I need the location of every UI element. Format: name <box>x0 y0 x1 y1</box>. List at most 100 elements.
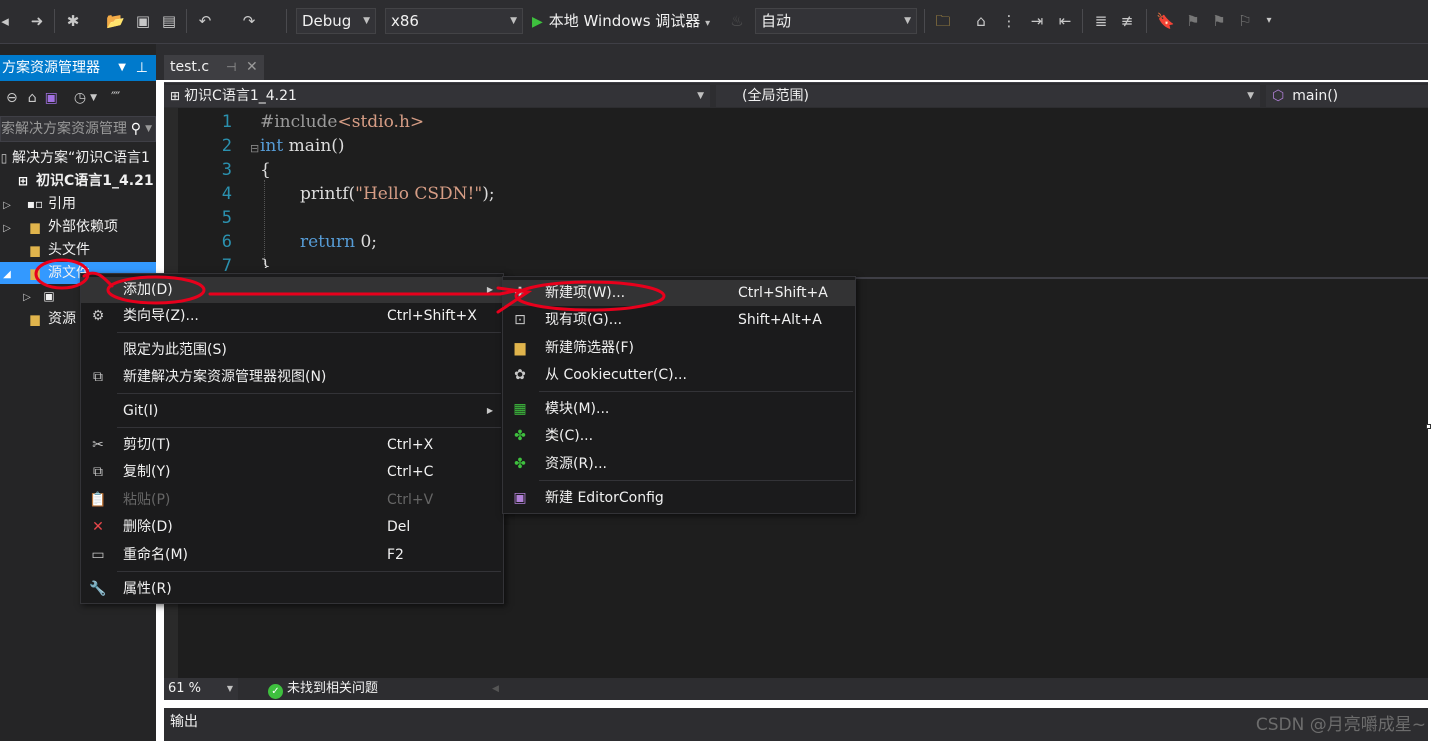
collapse-icon[interactable]: ◢ <box>0 264 14 286</box>
pin-icon[interactable]: ⊣ <box>226 55 236 80</box>
output-label: 输出 <box>170 714 198 730</box>
solution-search-input[interactable]: 索解决方案资源管理 ⚲ ▼ <box>0 116 156 142</box>
next-bookmark-icon[interactable]: ⚑ <box>1210 12 1228 30</box>
menu-item-editorconfig[interactable]: ▣ 新建 EditorConfig <box>503 485 855 511</box>
filter-folder-icon: ▆ <box>30 243 40 257</box>
tree-item-project[interactable]: ⊞ 初识C语言1_4.21 <box>0 170 154 192</box>
back-icon[interactable]: ⊖ <box>6 90 18 106</box>
chevron-down-icon: ▼ <box>226 684 233 693</box>
tree-item-header-files[interactable]: ▆ 头文件 <box>0 239 90 261</box>
pin-icon[interactable]: ⊥ <box>136 55 148 81</box>
prev-bookmark-icon[interactable]: ⚑ <box>1184 12 1202 30</box>
home-icon[interactable]: ⌂ <box>28 90 37 106</box>
menu-label: 从 Cookiecutter(C)... <box>545 367 687 383</box>
menu-item-add[interactable]: 添加(D) ▶ <box>81 277 503 303</box>
search-icon[interactable]: ⚲ <box>131 117 141 141</box>
tree-item-solution[interactable]: ▯ 解决方案“初识C语言1 <box>0 147 150 169</box>
menu-item-rename[interactable]: ▭ 重命名(M) F2 <box>81 542 503 568</box>
tree-label: 初识C语言1_4.21 <box>36 173 154 189</box>
close-icon[interactable]: ✕ <box>246 55 258 80</box>
solution-config-select[interactable]: 自动 ▼ <box>755 8 917 34</box>
redo-icon[interactable]: ↷ <box>240 12 258 30</box>
tree-item-resources[interactable]: ▆ 资源 <box>0 308 76 330</box>
solution-explorer-toolbar: ⊖ ⌂ ▣ ◷ ▼ ⁗ <box>0 84 156 112</box>
menu-item-class[interactable]: ✤ 类(C)... <box>503 423 855 449</box>
outdent-icon[interactable]: ⇤ <box>1056 12 1074 30</box>
menu-label: 粘贴(P) <box>123 492 171 508</box>
tree-item-references[interactable]: ▷ ▪▫ 引用 <box>0 193 76 215</box>
history-icon[interactable]: ◷ <box>74 90 86 106</box>
menu-item-module[interactable]: ▦ 模块(M)... <box>503 396 855 422</box>
issues-indicator[interactable]: ✓ 未找到相关问题 <box>268 678 378 700</box>
check-icon: ✓ <box>268 684 283 699</box>
more-icon[interactable]: ⁗ <box>111 90 120 106</box>
menu-item-resource[interactable]: ✤ 资源(R)... <box>503 451 855 477</box>
solution-explorer-header[interactable]: 方案资源管理器 ▼ ⊥ <box>0 55 156 81</box>
menu-item-new-explorer-view[interactable]: ⧉ 新建解决方案资源管理器视图(N) <box>81 364 503 390</box>
chevron-down-icon[interactable]: ▼ <box>118 55 126 81</box>
menu-item-existing-item[interactable]: ⊡ 现有项(G)... Shift+Alt+A <box>503 307 855 333</box>
format-icon[interactable]: ⋮ <box>1000 12 1018 30</box>
project-icon: ⊞ <box>17 174 29 188</box>
forward-icon[interactable]: ➜ <box>28 12 46 30</box>
run-dropdown[interactable]: ▾ <box>705 18 710 29</box>
expand-icon[interactable]: ▷ <box>20 287 34 309</box>
home-icon[interactable]: ⌂ <box>972 12 990 30</box>
save-icon[interactable]: ▣ <box>134 12 152 30</box>
scroll-left-icon[interactable]: ◀ <box>492 678 499 700</box>
new-project-icon[interactable]: ✱ <box>64 12 82 30</box>
context-menu: 添加(D) ▶ ⚙ 类向导(Z)... Ctrl+Shift+X 限定为此范围(… <box>80 273 504 604</box>
chevron-down-icon[interactable]: ▼ <box>145 117 152 141</box>
scope-nav-select[interactable]: (全局范围) ▼ <box>716 85 1260 107</box>
clear-bookmarks-icon[interactable]: ⚐ <box>1236 12 1254 30</box>
resize-handle[interactable] <box>1426 424 1431 429</box>
menu-item-copy[interactable]: ⧉ 复制(Y) Ctrl+C <box>81 459 503 485</box>
switch-views-icon[interactable]: ▣ <box>45 90 58 106</box>
code-line-2: int main() <box>260 134 345 158</box>
back-icon[interactable]: ◂ <box>0 12 14 30</box>
undo-icon[interactable]: ↶ <box>196 12 214 30</box>
configuration-select[interactable]: Debug ▼ <box>296 8 376 34</box>
chevron-down-icon[interactable]: ▼ <box>90 93 97 103</box>
menu-item-new-filter[interactable]: ▆ 新建筛选器(F) <box>503 335 855 361</box>
platform-select[interactable]: x86 ▼ <box>385 8 523 34</box>
play-icon: ▶ <box>532 14 543 30</box>
tree-item-test-c[interactable]: ▷ ▣ <box>0 285 62 307</box>
output-panel-tab[interactable]: 输出 <box>164 708 1428 741</box>
project-nav-select[interactable]: ⊞ 初识C语言1_4.21 ▼ <box>164 85 710 107</box>
menu-item-new-item[interactable]: ✚ 新建项(W)... Ctrl+Shift+A <box>503 280 855 306</box>
zoom-value: 61 % <box>168 681 202 696</box>
find-in-files-icon[interactable]: 🗀 <box>934 12 952 30</box>
toolbar-separator <box>924 9 925 33</box>
menu-item-delete[interactable]: ✕ 删除(D) Del <box>81 514 503 540</box>
save-all-icon[interactable]: ▤ <box>160 12 178 30</box>
indent-icon[interactable]: ⇥ <box>1028 12 1046 30</box>
comment-icon[interactable]: ≣ <box>1092 12 1110 30</box>
menu-label: 资源(R)... <box>545 456 608 472</box>
member-nav-select[interactable]: ⬡ main() <box>1266 85 1428 107</box>
panel-title: 方案资源管理器 <box>2 60 100 76</box>
tab-test-c[interactable]: test.c ⊣ ✕ <box>164 55 264 80</box>
menu-label: 类向导(Z)... <box>123 308 199 324</box>
window-edge <box>1428 0 1448 741</box>
tree-item-external-deps[interactable]: ▷ ▆ 外部依赖项 <box>0 216 118 238</box>
start-debugger-button[interactable]: ▶ 本地 Windows 调试器 ▾ <box>532 8 710 34</box>
open-folder-icon[interactable]: 📂 <box>106 12 125 30</box>
collapse-region-icon[interactable]: ⊟ <box>250 142 259 155</box>
class-icon: ✤ <box>514 428 526 444</box>
uncomment-icon[interactable]: ≢ <box>1118 12 1136 30</box>
menu-label: 重命名(M) <box>123 547 189 563</box>
chevron-down-icon: ▼ <box>510 16 517 26</box>
zoom-select[interactable]: 61 % ▼ <box>164 678 238 700</box>
expand-icon[interactable]: ▷ <box>0 218 14 240</box>
menu-item-properties[interactable]: 🔧 属性(R) <box>81 576 503 602</box>
expand-icon[interactable]: ▷ <box>0 195 14 217</box>
menu-item-scope-to-this[interactable]: 限定为此范围(S) <box>81 337 503 363</box>
menu-item-git[interactable]: Git(I) ▶ <box>81 398 503 424</box>
paste-icon: 📋 <box>89 492 107 508</box>
menu-item-class-wizard[interactable]: ⚙ 类向导(Z)... Ctrl+Shift+X <box>81 303 503 329</box>
menu-item-cut[interactable]: ✂ 剪切(T) Ctrl+X <box>81 432 503 458</box>
bookmark-icon[interactable]: 🔖 <box>1156 12 1175 30</box>
toolbar-overflow-icon[interactable]: ▾ <box>1260 12 1278 30</box>
menu-item-cookiecutter[interactable]: ✿ 从 Cookiecutter(C)... <box>503 362 855 388</box>
